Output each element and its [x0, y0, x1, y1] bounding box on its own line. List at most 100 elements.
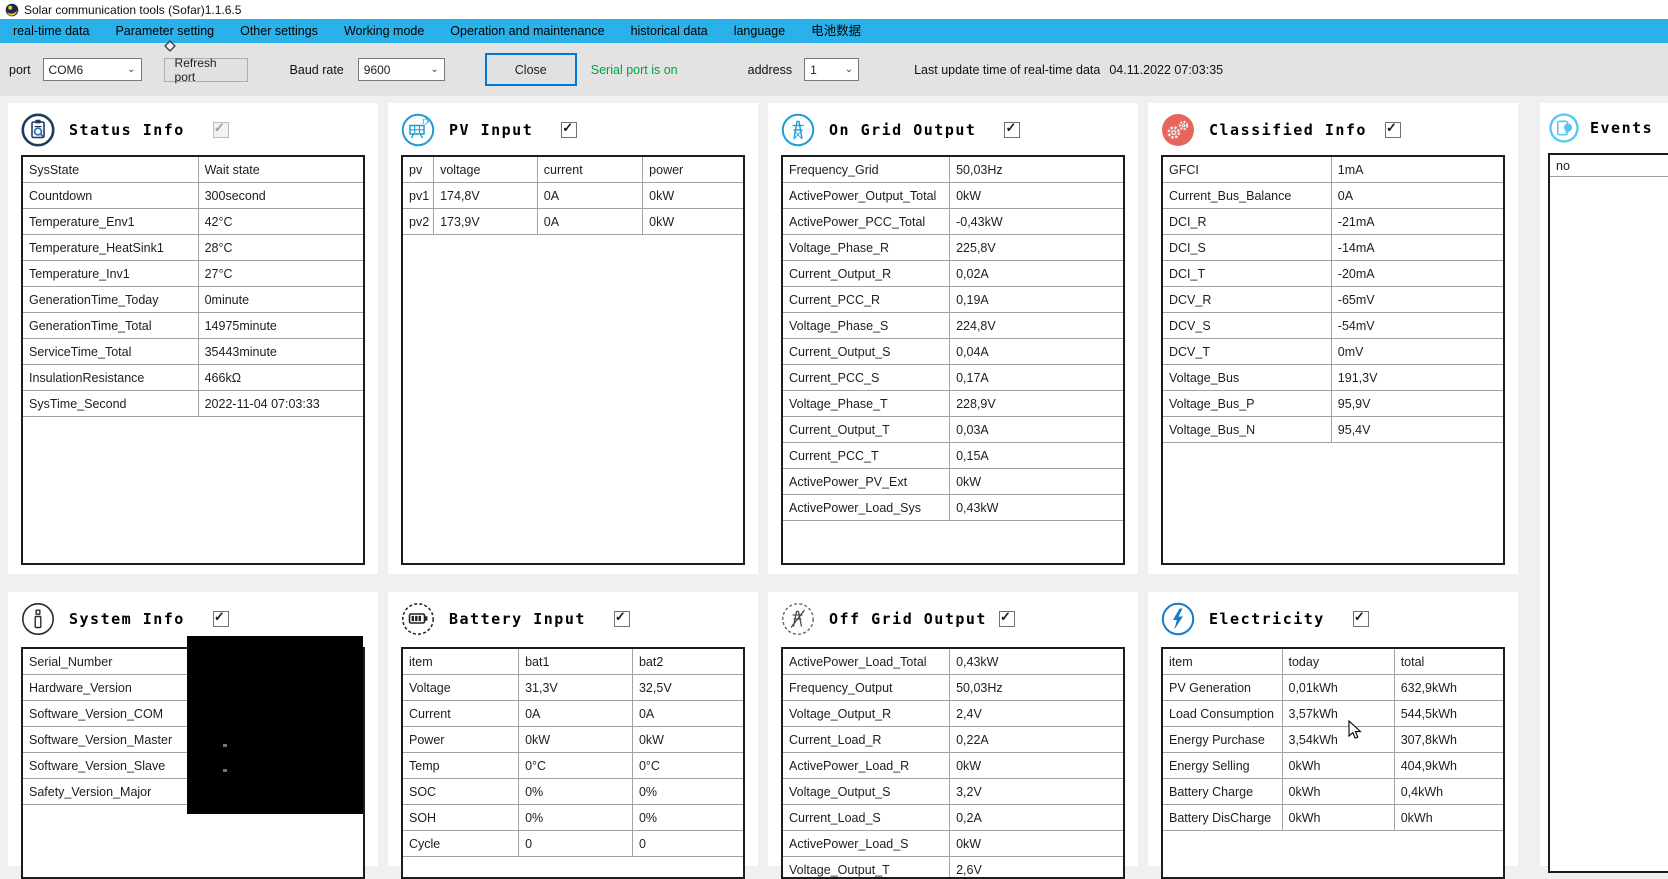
table-cell: 0,22A [950, 727, 1123, 753]
off-grid-output-checkbox[interactable]: ✓ [999, 611, 1015, 627]
baud-rate-label: Baud rate [290, 63, 344, 77]
table-cell: Battery DisCharge [1163, 805, 1282, 831]
system-info-checkbox[interactable]: ✓ [213, 611, 229, 627]
pv-input-table: pvvoltagecurrentpowerpv1174,8V0A0kWpv217… [401, 155, 745, 565]
mouse-cursor [1345, 720, 1365, 745]
table-cell: 0kW [950, 183, 1123, 209]
table-cell: 0A [537, 209, 642, 235]
port-select[interactable]: COM6 ⌄ [43, 58, 142, 81]
panel-title: Events [1590, 119, 1653, 137]
table-cell: 2022-11-04 07:03:33 [198, 391, 363, 417]
table-cell: 14975minute [198, 313, 363, 339]
check-icon: ✓ [214, 609, 225, 625]
table-row: ServiceTime_Total35443minute [23, 339, 363, 365]
menu-working-mode[interactable]: Working mode [331, 19, 437, 43]
toolbar: port COM6 ⌄ Refresh port Baud rate 9600 … [0, 43, 1668, 96]
table-cell: 2,4V [950, 701, 1123, 727]
battery-icon [400, 601, 436, 637]
table-cell: Current_Output_T [783, 417, 950, 443]
table-header-cell: bat2 [632, 649, 743, 675]
table-row: SysStateWait state [23, 157, 363, 183]
table-cell: -20mA [1331, 261, 1503, 287]
panel-pv-input: PV Input ✓ pvvoltagecurrentpowerpv1174,8… [388, 103, 758, 574]
table-cell: Voltage_Bus [1163, 365, 1331, 391]
table-cell: Voltage_Bus_N [1163, 417, 1331, 443]
pv-input-checkbox[interactable]: ✓ [561, 122, 577, 138]
table-row: Voltage_Output_R2,4V [783, 701, 1123, 727]
panel-header: Classified Info ✓ [1148, 103, 1518, 148]
electricity-checkbox[interactable]: ✓ [1353, 611, 1369, 627]
panel-header: On Grid Output ✓ [768, 103, 1138, 148]
table-row: ActivePower_Load_Total0,43kW [783, 649, 1123, 675]
table-row: Voltage_Phase_T228,9V [783, 391, 1123, 417]
close-button[interactable]: Close [485, 53, 577, 86]
table-cell: Hardware_Version [23, 675, 188, 701]
check-icon: ✓ [1354, 609, 1365, 625]
table-cell: Temperature_HeatSink1 [23, 235, 198, 261]
table-cell: 0A [537, 183, 642, 209]
table-cell: ActivePower_Output_Total [783, 183, 950, 209]
table-row: no [1550, 155, 1668, 177]
table-cell: DCV_T [1163, 339, 1331, 365]
table-header-cell: bat1 [519, 649, 633, 675]
menu-language[interactable]: language [721, 19, 798, 43]
panel-battery-input: Battery Input ✓ itembat1bat2Voltage31,3V… [388, 592, 758, 866]
table-row: ActivePower_PV_Ext0kW [783, 469, 1123, 495]
port-value: COM6 [49, 63, 84, 77]
table-row: DCI_R-21mA [1163, 209, 1503, 235]
table-row: Load Consumption3,57kWh544,5kWh [1163, 701, 1503, 727]
battery-input-checkbox[interactable]: ✓ [614, 611, 630, 627]
menu-battery-data[interactable]: 电池数据 [798, 19, 874, 43]
panel-system-info: System Info ✓ Serial_NumberHardware_Vers… [8, 592, 378, 866]
table-cell: 0A [519, 701, 633, 727]
table-header-cell: current [537, 157, 642, 183]
table-row: GFCI1mA [1163, 157, 1503, 183]
menu-operation-maintenance[interactable]: Operation and maintenance [437, 19, 617, 43]
data-grid: pvvoltagecurrentpowerpv1174,8V0A0kWpv217… [403, 157, 743, 235]
status-info-checkbox[interactable]: ✓ [213, 122, 229, 138]
status-info-table: SysStateWait stateCountdown300secondTemp… [21, 155, 365, 565]
classified-info-checkbox[interactable]: ✓ [1385, 122, 1401, 138]
on-grid-output-checkbox[interactable]: ✓ [1004, 122, 1020, 138]
data-grid: SysStateWait stateCountdown300secondTemp… [23, 157, 363, 417]
table-cell: pv1 [403, 183, 434, 209]
table-cell: no [1550, 155, 1668, 177]
table-cell: 0kW [950, 831, 1123, 857]
baud-rate-select[interactable]: 9600 ⌄ [358, 58, 445, 81]
table-cell: 0,03A [950, 417, 1123, 443]
refresh-port-button[interactable]: Refresh port [164, 58, 248, 82]
table-cell: 1mA [1331, 157, 1503, 183]
address-select[interactable]: 1 ⌄ [804, 58, 859, 81]
table-cell: 0% [519, 805, 633, 831]
table-cell: 3,2V [950, 779, 1123, 805]
panel-status-info: Status Info ✓ SysStateWait stateCountdow… [8, 103, 378, 574]
table-cell: SOH [403, 805, 519, 831]
table-row: Voltage_Phase_R225,8V [783, 235, 1123, 261]
panel-off-grid-output: Off Grid Output ✓ ActivePower_Load_Total… [768, 592, 1138, 866]
menu-real-time-data[interactable]: real-time data [0, 19, 102, 43]
solar-panel-icon [400, 112, 436, 148]
redaction-artifact [223, 769, 227, 772]
panel-title: Electricity [1209, 610, 1325, 628]
table-cell: Wait state [198, 157, 363, 183]
check-icon: ✓ [1386, 120, 1397, 136]
table-cell: 228,9V [950, 391, 1123, 417]
person-info-icon [20, 601, 56, 637]
menu-historical-data[interactable]: historical data [618, 19, 721, 43]
table-cell: 0°C [632, 753, 743, 779]
check-icon: ✓ [562, 120, 573, 136]
table-row: pv1174,8V0A0kW [403, 183, 743, 209]
panel-classified-info: Classified Info ✓ GFCI1mACurrent_Bus_Bal… [1148, 103, 1518, 574]
table-cell: 225,8V [950, 235, 1123, 261]
table-cell: 0,02A [950, 261, 1123, 287]
table-row: DCI_S-14mA [1163, 235, 1503, 261]
port-label: port [9, 63, 31, 77]
table-row: Battery Charge0kWh0,4kWh [1163, 779, 1503, 805]
table-cell: ActivePower_Load_S [783, 831, 950, 857]
events-table: no [1548, 153, 1668, 873]
table-cell: Current_Load_R [783, 727, 950, 753]
menu-other-settings[interactable]: Other settings [227, 19, 331, 43]
table-cell: ServiceTime_Total [23, 339, 198, 365]
data-grid: ActivePower_Load_Total0,43kWFrequency_Ou… [783, 649, 1123, 879]
table-row: Voltage_Phase_S224,8V [783, 313, 1123, 339]
